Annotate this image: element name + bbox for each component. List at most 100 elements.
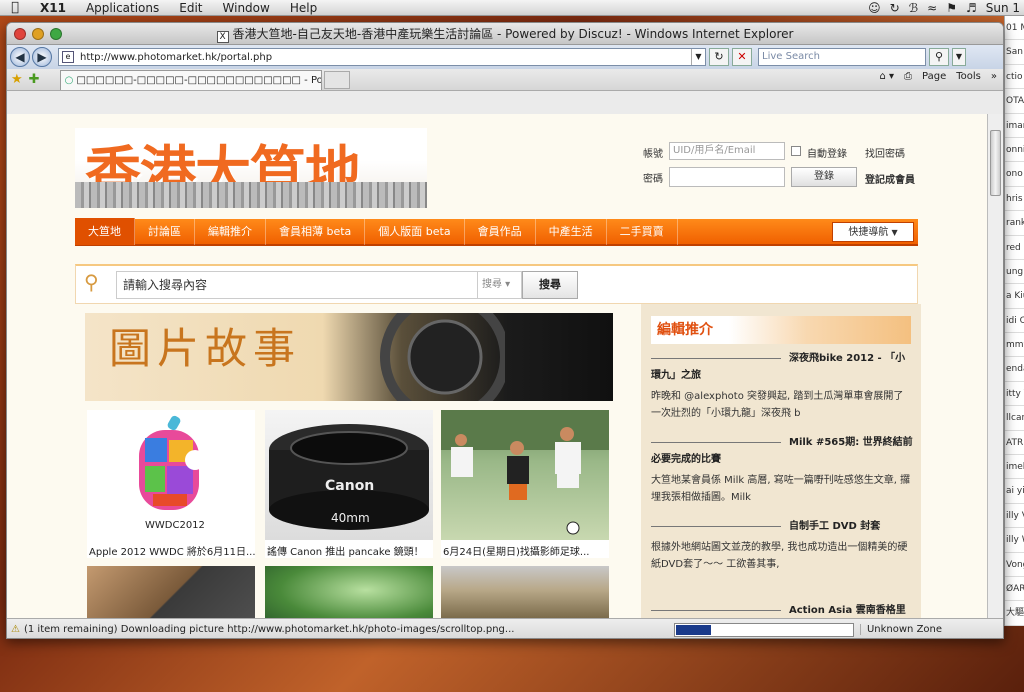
tab-portal[interactable]: ○ □□□□□□-□□□□□-□□□□□□□□□□□□ - Po... — [59, 69, 322, 90]
background-list-item: mmy — [1005, 333, 1024, 358]
site-search-input[interactable]: 請輸入搜尋內容 — [116, 271, 478, 299]
apple-menu-icon[interactable]:  — [0, 0, 30, 15]
photo-story-banner[interactable]: 圖片故事 — [85, 313, 613, 401]
register-link[interactable]: 登記成會員 — [865, 171, 915, 186]
scrollbar-thumb[interactable] — [990, 130, 1001, 196]
quick-nav-button[interactable]: 快捷導航 ▼ — [832, 221, 914, 242]
search-scope-select[interactable]: 搜尋 ▾ — [478, 271, 522, 299]
chevron-down-icon: ▼ — [891, 227, 898, 237]
background-list-item: ØAR — [1005, 577, 1024, 602]
url-input[interactable]: e http://www.photomarket.hk/portal.php ▼ — [58, 48, 706, 66]
search-button[interactable]: 搜尋 — [522, 271, 578, 299]
background-list-item: imar — [1005, 114, 1024, 138]
user-icon[interactable]: ☺ — [868, 1, 881, 15]
autologin-label: 自動登錄 — [807, 149, 847, 160]
login-button[interactable]: 登錄 — [791, 167, 857, 187]
back-button[interactable]: ◀ — [10, 47, 30, 67]
background-list-item: onnic — [1005, 138, 1024, 163]
page-content: 香港大笪地 帳號 UID/用戶名/Email 自動登錄 找回密碼 密碼 登錄 登… — [7, 114, 987, 618]
print-icon[interactable]: ⎙ — [904, 71, 912, 82]
flag-icon[interactable]: ⚑ — [946, 1, 957, 15]
autologin-checkbox[interactable] — [791, 146, 801, 156]
phone-photo — [87, 566, 255, 618]
background-list-item: ctio — [1005, 65, 1024, 90]
bluetooth-icon[interactable]: ℬ — [909, 1, 918, 15]
security-zone: Unknown Zone — [859, 624, 942, 635]
editor-item-1[interactable]: 深夜飛bike 2012 - 「小環九」之旅 昨晚和 @alexphoto 突發… — [651, 350, 913, 422]
photo-item-leaf[interactable] — [265, 566, 433, 618]
menu-app[interactable]: X11 — [30, 0, 76, 15]
nav-member-works[interactable]: 會員作品 — [465, 218, 536, 245]
vertical-scrollbar[interactable] — [987, 114, 1003, 618]
nav-member-albums[interactable]: 會員相薄 beta — [266, 218, 366, 245]
photo-item-football[interactable]: 6月24日(星期日)找攝影師足球... — [441, 410, 609, 558]
svg-text:Canon: Canon — [325, 478, 374, 494]
search-options-icon[interactable]: ▼ — [952, 48, 966, 66]
window-titlebar[interactable]: X 香港大笪地-自己友天地-香港中產玩樂生活討論區 - Powered by Di… — [7, 23, 1003, 45]
background-list-item: rank — [1005, 211, 1024, 236]
photo-item-wwdc[interactable]: WWDC2012 Apple 2012 WWDC 將於6月11日... — [87, 410, 255, 558]
background-list-item: Vong — [1005, 553, 1024, 577]
wifi-icon[interactable]: ≈ — [927, 1, 937, 15]
editor-item-2[interactable]: Milk #565期: 世界終結前必要完成的比賽 大笪地某會員係 Milk 高層… — [651, 434, 913, 506]
background-window-list: 01 MSanctioOTALimaronnicono Thrisrankred… — [1004, 16, 1024, 626]
forward-button[interactable]: ▶ — [32, 47, 52, 67]
editor-item-3-body: 根據外地網站圖文並茂的教學, 我也成功造出一個精美的硬紙DVD套了～～ 工欲善其… — [651, 542, 908, 570]
lens-graphic-icon — [380, 313, 505, 401]
background-list-item: ai yi — [1005, 479, 1024, 504]
url-dropdown-icon[interactable]: ▼ — [691, 49, 705, 65]
background-list-item: red L — [1005, 236, 1024, 260]
nav-lifestyle[interactable]: 中產生活 — [536, 218, 607, 245]
nav-second-hand[interactable]: 二手買賣 — [607, 218, 678, 245]
live-search-input[interactable]: Live Search — [758, 48, 926, 66]
site-logo[interactable]: 香港大笪地 — [75, 128, 427, 208]
forgot-password-link[interactable]: 找回密碼 — [865, 145, 905, 160]
photo-item-phone[interactable] — [87, 566, 255, 618]
chevron-right-icon[interactable]: » — [991, 71, 997, 82]
menu-help[interactable]: Help — [280, 0, 327, 15]
sync-icon[interactable]: ↻ — [890, 1, 900, 15]
editor-item-4[interactable]: Action Asia 雲南香格里拉 100公里賽日 — [651, 602, 913, 618]
tools-menu[interactable]: Tools — [956, 71, 981, 82]
quick-nav-label: 快捷導航 — [848, 226, 889, 238]
refresh-button[interactable]: ↻ — [709, 48, 729, 66]
divider — [651, 525, 781, 527]
tab-label: □□□□□□-□□□□□-□□□□□□□□□□□□ - Po... — [76, 74, 322, 86]
editor-item-3[interactable]: 自制手工 DVD 封套 根據外地網站圖文並茂的教學, 我也成功造出一個精美的硬紙… — [651, 518, 913, 573]
search-icon[interactable]: ⚲ — [929, 48, 949, 66]
new-tab-button[interactable] — [323, 70, 350, 89]
skyline-image — [75, 182, 427, 208]
background-list-item: ono T — [1005, 162, 1024, 187]
editor-item-4-headline[interactable]: Action Asia 雲南香格里拉 100公里賽日 — [651, 605, 906, 618]
volume-icon[interactable]: ♬ — [966, 1, 977, 15]
nav-personal-space[interactable]: 個人版面 beta — [365, 218, 465, 245]
menubar-clock[interactable]: Sun 1 — [986, 1, 1020, 15]
photo-caption-football: 6月24日(星期日)找攝影師足球... — [443, 547, 590, 558]
nav-home[interactable]: 大笪地 — [75, 218, 135, 245]
home-icon[interactable]: ⌂ ▾ — [879, 71, 894, 82]
background-list-item: enda — [1005, 357, 1024, 382]
editor-item-1-body: 昨晚和 @alexphoto 突發興起, 踏到土瓜灣單車會展開了一次壯烈的「小環… — [651, 391, 904, 419]
page-menu[interactable]: Page — [922, 71, 946, 82]
apple-logo-icon: WWDC2012 — [139, 415, 205, 531]
svg-text:WWDC2012: WWDC2012 — [145, 520, 205, 531]
menu-edit[interactable]: Edit — [169, 0, 212, 15]
stop-button[interactable]: ✕ — [732, 48, 752, 66]
menu-applications[interactable]: Applications — [76, 0, 169, 15]
nav-forum[interactable]: 討論區 — [135, 218, 195, 245]
warning-icon: ⚠ — [11, 624, 20, 635]
menu-window[interactable]: Window — [213, 0, 280, 15]
favorites-star-icon[interactable]: ★ — [11, 72, 23, 87]
photo-item-landscape[interactable] — [441, 566, 609, 618]
magnifier-icon: ⚲ — [84, 270, 99, 294]
wwdc-photo: WWDC2012 — [87, 410, 255, 540]
photo-item-canon[interactable]: Canon 40mm 謠傳 Canon 推出 pancake 鏡頭！ — [265, 410, 433, 558]
editor-item-3-headline[interactable]: 自制手工 DVD 封套 — [789, 521, 880, 532]
password-input[interactable] — [669, 167, 785, 187]
editor-picks-panel: 編輯推介 深夜飛bike 2012 - 「小環九」之旅 昨晚和 @alexpho… — [641, 304, 921, 618]
photo-caption-canon: 謠傳 Canon 推出 pancake 鏡頭！ — [267, 547, 424, 558]
username-input[interactable]: UID/用戶名/Email — [669, 142, 785, 160]
nav-editor-picks[interactable]: 編輯推介 — [195, 218, 266, 245]
add-favorites-icon[interactable]: ✚ — [29, 72, 40, 87]
football-players-icon — [441, 410, 609, 535]
